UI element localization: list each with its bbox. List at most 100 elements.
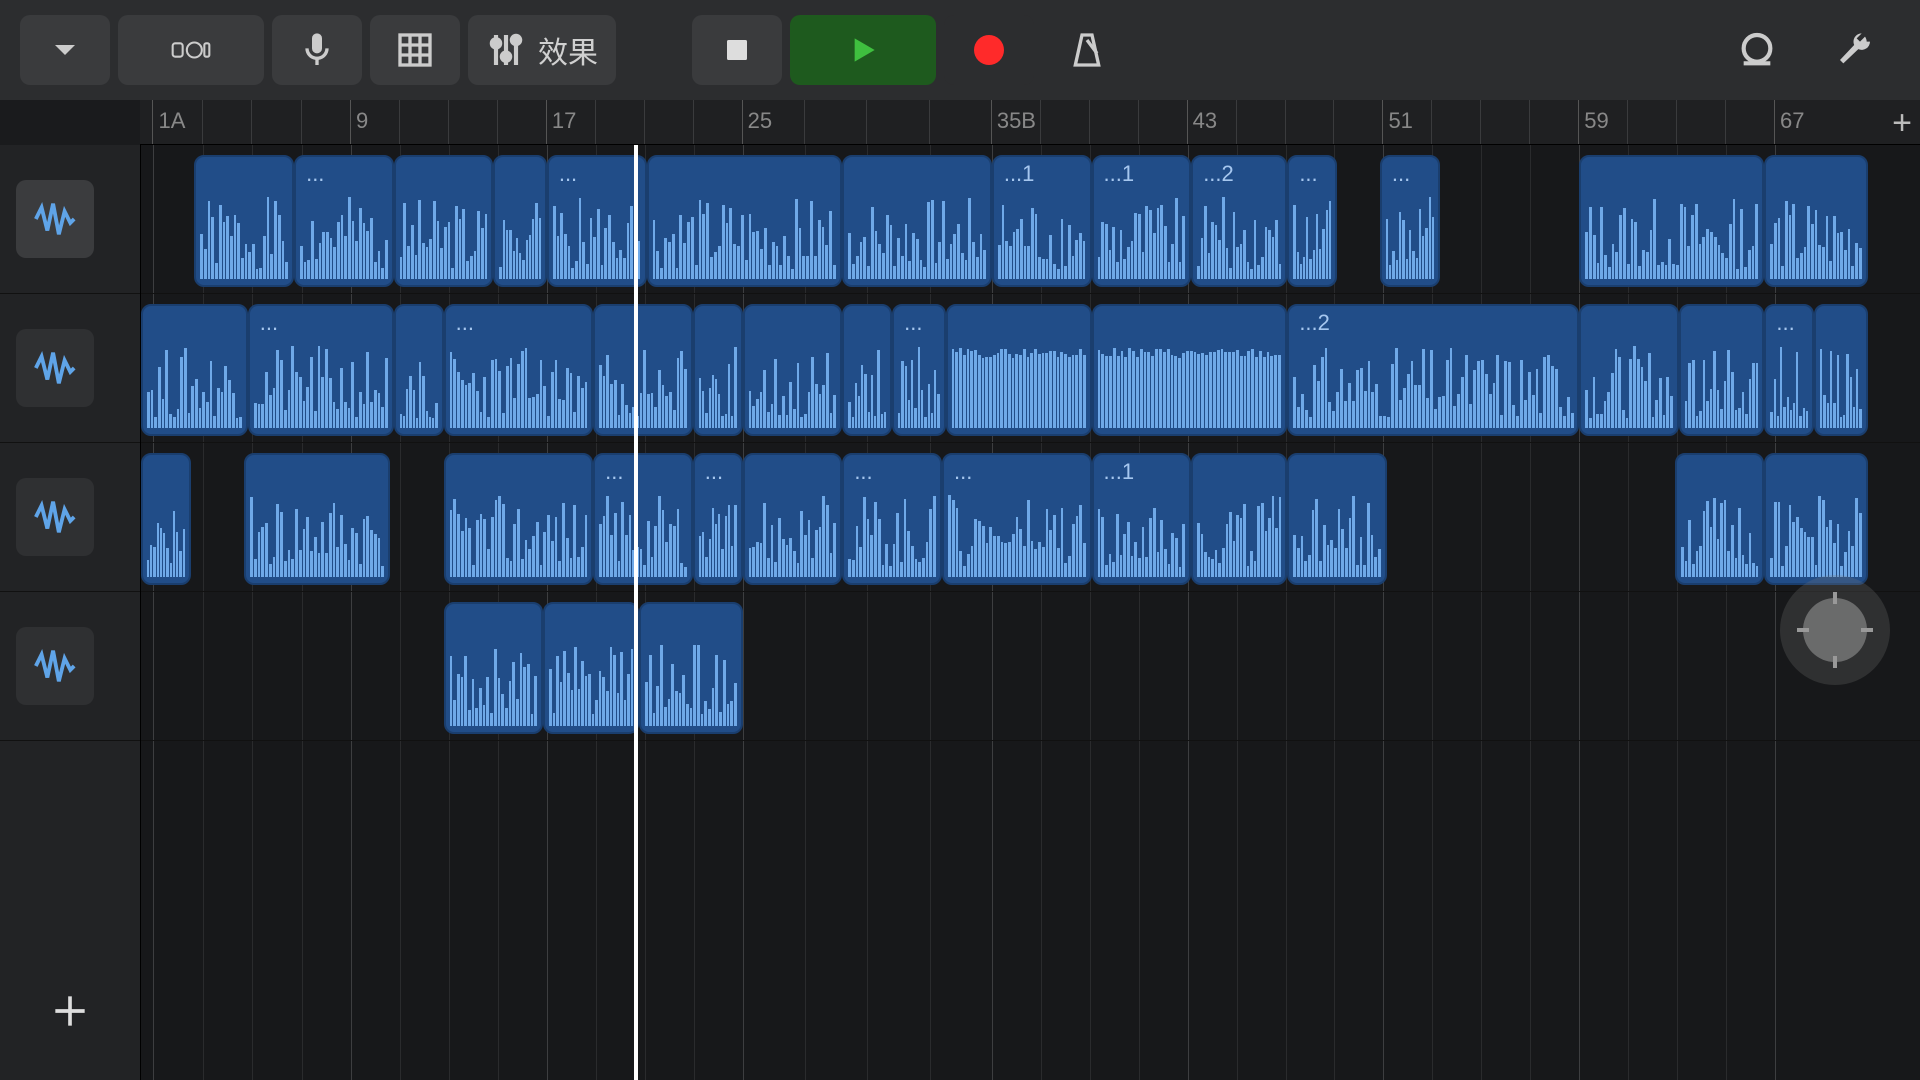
clip-label: ...1 bbox=[1104, 459, 1135, 485]
audio-clip[interactable] bbox=[394, 304, 444, 436]
clip-label: ... bbox=[954, 459, 972, 485]
clip-label: ... bbox=[854, 459, 872, 485]
metronome-icon bbox=[1067, 30, 1107, 70]
audio-clip[interactable] bbox=[1814, 304, 1867, 436]
track-row[interactable] bbox=[141, 592, 1920, 741]
audio-clip[interactable] bbox=[141, 453, 191, 585]
track-header[interactable] bbox=[0, 294, 140, 443]
audio-clip[interactable] bbox=[743, 304, 843, 436]
audio-clip[interactable] bbox=[639, 602, 742, 734]
audio-clip[interactable] bbox=[693, 304, 743, 436]
grid-button[interactable] bbox=[370, 15, 460, 85]
audio-clip[interactable] bbox=[1287, 453, 1387, 585]
browser-toggle-button[interactable] bbox=[20, 15, 110, 85]
audio-clip[interactable]: ...1 bbox=[992, 155, 1092, 287]
audio-clip[interactable]: ... bbox=[547, 155, 647, 287]
clip-label: ... bbox=[705, 459, 723, 485]
audio-clip[interactable]: ...2 bbox=[1287, 304, 1579, 436]
audio-clip[interactable] bbox=[1579, 155, 1764, 287]
view-mode-button[interactable] bbox=[118, 15, 264, 85]
settings-button[interactable] bbox=[1810, 15, 1900, 85]
add-section-button[interactable]: + bbox=[1892, 104, 1912, 143]
ruler-label: 9 bbox=[356, 108, 368, 134]
audio-clip[interactable] bbox=[743, 453, 843, 585]
audio-clip[interactable] bbox=[946, 304, 1092, 436]
audio-clip[interactable] bbox=[141, 304, 248, 436]
clip-label: ...1 bbox=[1104, 161, 1135, 187]
playhead[interactable] bbox=[634, 145, 638, 1080]
audio-clip[interactable] bbox=[493, 155, 546, 287]
audio-clip[interactable]: ...1 bbox=[1092, 155, 1192, 287]
audio-clip[interactable] bbox=[1764, 155, 1867, 287]
ruler-label: 1A bbox=[158, 108, 185, 134]
timeline-ruler[interactable]: 1A9172535B43515967 + bbox=[140, 100, 1920, 145]
wrench-icon bbox=[1835, 30, 1875, 70]
waveform-icon bbox=[32, 643, 78, 689]
audio-clip[interactable] bbox=[1579, 304, 1679, 436]
audio-clip[interactable]: ...1 bbox=[1092, 453, 1192, 585]
track-header[interactable] bbox=[0, 443, 140, 592]
audio-clip[interactable]: ... bbox=[248, 304, 394, 436]
clip-label: ...2 bbox=[1203, 161, 1234, 187]
clip-label: ... bbox=[904, 310, 922, 336]
audio-clip[interactable] bbox=[1679, 304, 1764, 436]
audio-clip[interactable] bbox=[842, 155, 992, 287]
add-track-button[interactable] bbox=[0, 941, 140, 1080]
tracks-area: ...... ...1 ...1 ...2............... ...2...… bbox=[0, 145, 1920, 1080]
loop-button[interactable] bbox=[1712, 15, 1802, 85]
audio-clip[interactable]: ... bbox=[1287, 155, 1337, 287]
track-row[interactable]: ......... ...2... bbox=[141, 294, 1920, 443]
floating-control-knob[interactable] bbox=[1780, 575, 1890, 685]
audio-clip[interactable] bbox=[647, 155, 843, 287]
audio-clip[interactable]: ... bbox=[444, 304, 594, 436]
audio-clip[interactable]: ... bbox=[593, 453, 693, 585]
audio-clip[interactable] bbox=[842, 304, 892, 436]
stop-button[interactable] bbox=[692, 15, 782, 85]
timeline[interactable]: ...... ...1 ...1 ...2............... ...2...… bbox=[141, 145, 1920, 1080]
audio-clip[interactable] bbox=[1092, 304, 1288, 436]
chevron-down-icon bbox=[45, 30, 85, 70]
ruler-label: 35B bbox=[997, 108, 1036, 134]
audio-clip[interactable]: ... bbox=[294, 155, 394, 287]
audio-clip[interactable] bbox=[543, 602, 639, 734]
record-button[interactable] bbox=[944, 15, 1034, 85]
ruler-label: 67 bbox=[1780, 108, 1804, 134]
audio-clip[interactable] bbox=[1764, 453, 1867, 585]
audio-clip[interactable]: ... bbox=[1380, 155, 1441, 287]
clip-label: ... bbox=[1392, 161, 1410, 187]
mic-button[interactable] bbox=[272, 15, 362, 85]
audio-clip[interactable] bbox=[593, 304, 693, 436]
grid-icon bbox=[395, 30, 435, 70]
clip-label: ... bbox=[1299, 161, 1317, 187]
track-header[interactable] bbox=[0, 592, 140, 741]
audio-clip[interactable]: ...2 bbox=[1191, 155, 1287, 287]
clip-label: ...1 bbox=[1004, 161, 1035, 187]
ruler-label: 43 bbox=[1193, 108, 1217, 134]
clip-label: ... bbox=[456, 310, 474, 336]
clip-label: ... bbox=[605, 459, 623, 485]
ruler-label: 51 bbox=[1388, 108, 1412, 134]
mixer-button[interactable]: 效果 bbox=[468, 15, 616, 85]
waveform-icon bbox=[32, 196, 78, 242]
audio-clip[interactable]: ... bbox=[693, 453, 743, 585]
clip-label: ... bbox=[306, 161, 324, 187]
track-row[interactable]: ...... ...1 ...1 ...2...... bbox=[141, 145, 1920, 294]
audio-clip[interactable]: ... bbox=[942, 453, 1092, 585]
audio-clip[interactable] bbox=[444, 453, 594, 585]
audio-clip[interactable] bbox=[394, 155, 494, 287]
play-button[interactable] bbox=[790, 15, 936, 85]
track-row[interactable]: ............ ...1 bbox=[141, 443, 1920, 592]
track-header[interactable] bbox=[0, 145, 140, 294]
audio-clip[interactable]: ... bbox=[892, 304, 945, 436]
audio-clip[interactable]: ... bbox=[842, 453, 942, 585]
audio-clip[interactable] bbox=[444, 602, 544, 734]
audio-clip[interactable] bbox=[194, 155, 294, 287]
loop-icon bbox=[1737, 30, 1777, 70]
audio-clip[interactable] bbox=[244, 453, 390, 585]
audio-clip[interactable] bbox=[1675, 453, 1764, 585]
audio-clip[interactable] bbox=[1191, 453, 1287, 585]
ruler-label: 25 bbox=[748, 108, 772, 134]
track-headers bbox=[0, 145, 141, 1080]
metronome-button[interactable] bbox=[1042, 15, 1132, 85]
audio-clip[interactable]: ... bbox=[1764, 304, 1814, 436]
